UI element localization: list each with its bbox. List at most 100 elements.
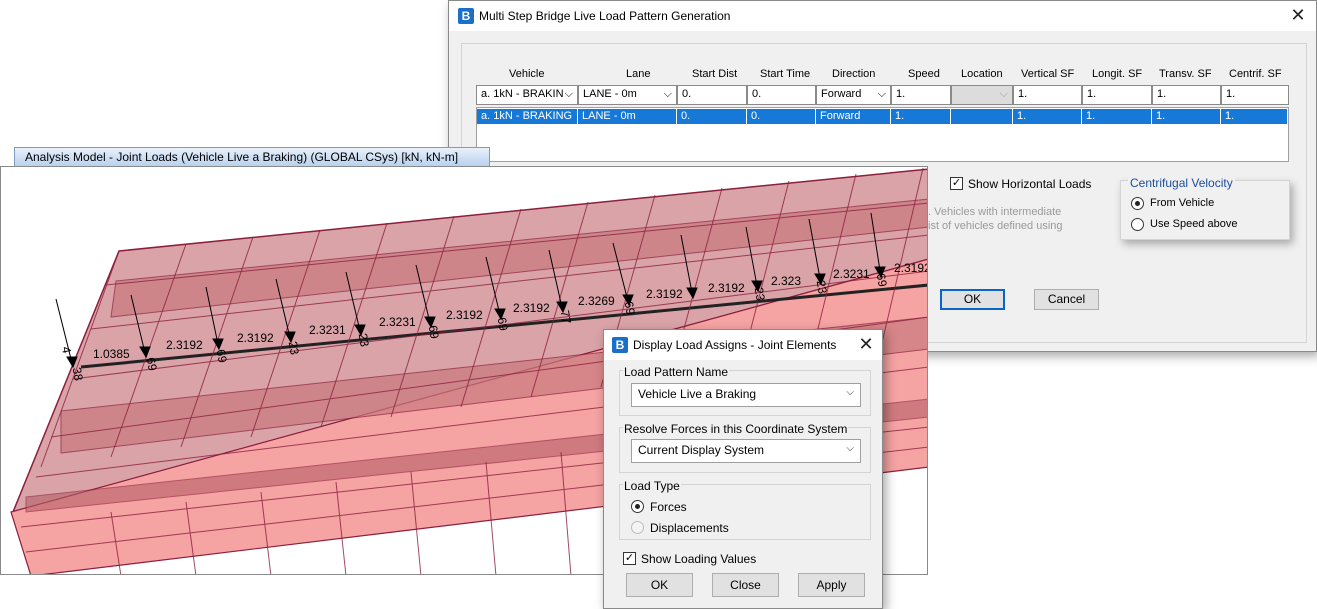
displacements-radio[interactable] (631, 521, 644, 534)
load-value-label: 2.323 (771, 274, 802, 288)
chevron-down-icon: ⌵ (877, 88, 886, 100)
show-loading-values-label: Show Loading Values (641, 552, 757, 566)
checkmark-icon: ✓ (951, 177, 962, 189)
load-pattern-value: Vehicle Live a Braking (638, 387, 757, 401)
chevron-down-icon: ⌵ (564, 88, 573, 100)
use-speed-radio[interactable] (1131, 218, 1144, 231)
location-select[interactable]: ⌵ (951, 85, 1013, 105)
load-pattern-select[interactable]: Vehicle Live a Braking ⌵ (631, 383, 861, 407)
apply-button[interactable]: Apply (798, 573, 865, 597)
table-row-cell[interactable]: Forward (816, 109, 891, 124)
table-row-cell[interactable]: 1. (891, 109, 951, 124)
load-value-label: 2.3269 (578, 294, 615, 308)
grid-lines (476, 124, 1289, 162)
table-row-cell[interactable]: 1. (1082, 109, 1152, 124)
vehicle-select-value: a. 1kN - BRAKIN (481, 88, 564, 100)
dialog-title: Display Load Assigns - Joint Elements (633, 338, 837, 352)
load-value-label: 2.3192 (646, 287, 683, 301)
from-vehicle-radio[interactable] (1131, 197, 1144, 210)
vertical-value-label: 23 (285, 340, 302, 356)
note-text: ist of vehicles defined using (928, 220, 1063, 232)
load-type-label: Load Type (623, 479, 681, 493)
coordinate-system-select[interactable]: Current Display System ⌵ (631, 439, 861, 463)
direction-select[interactable]: Forward ⌵ (816, 85, 891, 105)
show-horizontal-loads-label: Show Horizontal Loads (968, 177, 1092, 191)
col-header-transv-sf: Transv. SF (1159, 68, 1212, 80)
col-header-lane: Lane (626, 68, 651, 80)
table-row-cell[interactable]: LANE - 0m (578, 109, 677, 124)
chevron-down-icon: ⌵ (846, 387, 854, 398)
start-time-input[interactable]: 0. (747, 85, 816, 105)
forces-radio[interactable] (631, 500, 644, 513)
ok-button[interactable]: OK (626, 573, 693, 597)
direction-select-value: Forward (821, 88, 862, 100)
col-header-direction: Direction (832, 68, 876, 80)
close-button[interactable]: Close (712, 573, 779, 597)
speed-input[interactable]: 1. (891, 85, 951, 105)
table-row-cell[interactable]: 1. (1013, 109, 1082, 124)
vertical-value-label: 69 (494, 316, 511, 332)
vertical-value-label: 69 (213, 348, 230, 364)
title-bar: B Multi Step Bridge Live Load Pattern Ge… (449, 1, 1316, 31)
lane-select[interactable]: LANE - 0m ⌵ (578, 85, 677, 105)
close-icon[interactable]: ✕ (1286, 5, 1310, 27)
note-text: . Vehicles with intermediate (928, 206, 1062, 218)
table-row-cell[interactable]: 0. (677, 109, 747, 124)
vertical-value-label: 77 (557, 309, 574, 325)
vertical-value-label: 38 (69, 366, 86, 382)
col-header-location: Location (961, 68, 1003, 80)
resolve-forces-label: Resolve Forces in this Coordinate System (623, 422, 849, 436)
load-pattern-label: Load Pattern Name (623, 365, 730, 379)
transv-sf-input[interactable]: 1. (1152, 85, 1221, 105)
centrifugal-velocity-title: Centrifugal Velocity (1128, 176, 1235, 190)
centrif-sf-input[interactable]: 1. (1221, 85, 1289, 105)
ok-button[interactable]: OK (940, 289, 1005, 310)
table-row-cell[interactable]: 1. (1221, 109, 1288, 124)
cancel-button[interactable]: Cancel (1034, 289, 1099, 310)
vertical-value-label: 23 (813, 279, 830, 295)
vertical-value-label: 69 (425, 324, 442, 340)
table-row-cell[interactable]: 0. (747, 109, 816, 124)
model-window-tab[interactable]: Analysis Model - Joint Loads (Vehicle Li… (14, 147, 490, 166)
col-header-start-time: Start Time (760, 68, 811, 80)
chevron-down-icon: ⌵ (999, 88, 1008, 100)
app-logo-icon: B (458, 8, 474, 24)
load-value-label: 2.3192 (446, 308, 483, 322)
col-header-longit-sf: Longit. SF (1092, 68, 1143, 80)
vertical-value-label: 23 (355, 332, 372, 348)
close-icon[interactable]: ✕ (854, 334, 878, 356)
load-value-label: 2.3231 (309, 323, 346, 337)
vertical-value-label: 69 (873, 272, 890, 288)
load-value-label: 1.0385 (93, 347, 130, 361)
chevron-down-icon: ⌵ (663, 88, 672, 100)
coordinate-system-value: Current Display System (638, 443, 765, 457)
chevron-down-icon: ⌵ (846, 443, 854, 454)
vertical-value-label: 23 (751, 286, 768, 302)
checkmark-icon: ✓ (624, 552, 635, 564)
col-header-vehicle: Vehicle (509, 68, 545, 80)
longit-sf-input[interactable]: 1. (1082, 85, 1152, 105)
show-loading-values-checkbox[interactable]: ✓ (623, 552, 636, 565)
lane-select-value: LANE - 0m (583, 88, 637, 100)
vehicle-select[interactable]: a. 1kN - BRAKIN ⌵ (476, 85, 578, 105)
col-header-vertical-sf: Vertical SF (1021, 68, 1075, 80)
title-bar: B Display Load Assigns - Joint Elements … (604, 330, 882, 360)
use-speed-label: Use Speed above (1150, 218, 1238, 230)
forces-label: Forces (650, 500, 687, 514)
load-value-label: 2.3192 (894, 261, 928, 275)
load-value-label: 2.3192 (513, 301, 550, 315)
load-value-label: 2.3192 (166, 338, 203, 352)
displacements-label: Displacements (650, 521, 729, 535)
from-vehicle-label: From Vehicle (1150, 197, 1215, 209)
table-row-cell[interactable] (951, 109, 1013, 124)
table-row-cell[interactable]: 1. (1152, 109, 1221, 124)
app-logo-icon: B (612, 337, 628, 353)
table-row-cell[interactable]: a. 1kN - BRAKING (477, 109, 578, 124)
load-value-label: 2.3192 (237, 331, 274, 345)
vertical-sf-input[interactable]: 1. (1013, 85, 1082, 105)
show-horizontal-loads-checkbox[interactable]: ✓ (950, 177, 963, 190)
display-load-assigns-dialog: B Display Load Assigns - Joint Elements … (603, 329, 883, 609)
vertical-value-label: 69 (143, 356, 160, 372)
start-dist-input[interactable]: 0. (677, 85, 747, 105)
col-header-start-dist: Start Dist (692, 68, 738, 80)
